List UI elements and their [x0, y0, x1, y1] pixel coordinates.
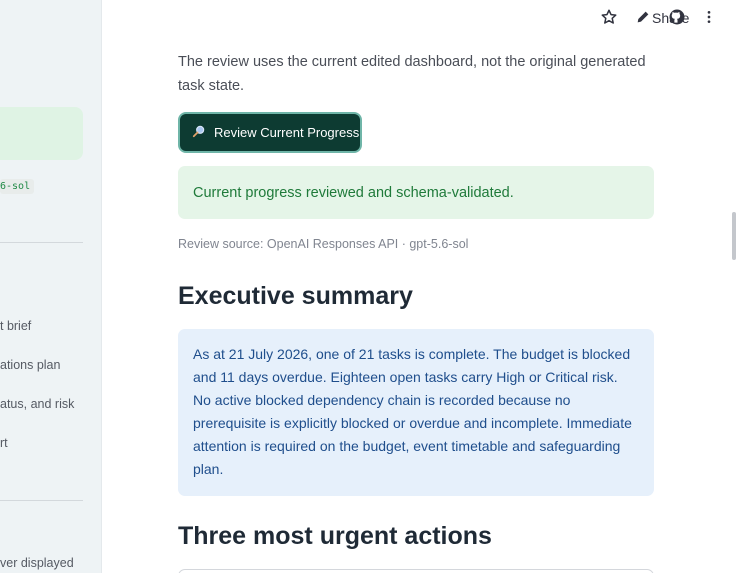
executive-summary-box: As at 21 July 2026, one of 21 tasks is c…: [178, 329, 654, 496]
pencil-icon[interactable]: [633, 7, 653, 27]
sidebar-link-operations-plan[interactable]: ations plan: [0, 358, 60, 372]
sidebar-model-code: 6-sol: [0, 179, 35, 194]
magnifier-icon: [192, 124, 206, 141]
review-button-label: Review Current Progress: [214, 125, 360, 140]
scrollbar-thumb[interactable]: [732, 212, 736, 260]
urgent-actions-container: [178, 569, 654, 573]
sidebar-footer-text: ver displayed: [0, 556, 74, 570]
more-vertical-icon[interactable]: [699, 7, 719, 27]
executive-summary-text: As at 21 July 2026, one of 21 tasks is c…: [193, 346, 632, 477]
github-icon[interactable]: [667, 7, 687, 27]
urgent-actions-heading: Three most urgent actions: [178, 522, 492, 550]
executive-summary-heading: Executive summary: [178, 282, 413, 310]
success-message: Current progress reviewed and schema-val…: [193, 184, 514, 201]
sidebar-link-report[interactable]: rt: [0, 436, 8, 450]
success-alert: Current progress reviewed and schema-val…: [178, 166, 654, 219]
intro-text: The review uses the current edited dashb…: [178, 54, 646, 94]
app-header: Share: [103, 0, 738, 44]
sidebar-divider: [0, 500, 83, 501]
sidebar-link-status-risk[interactable]: atus, and risk: [0, 397, 74, 411]
sidebar-success-alert: [0, 107, 83, 160]
sidebar-divider: [0, 242, 83, 243]
sidebar-link-brief[interactable]: t brief: [0, 319, 31, 333]
star-icon[interactable]: [599, 7, 619, 27]
review-current-progress-button[interactable]: Review Current Progress: [178, 112, 362, 153]
sidebar: 6-sol t brief ations plan atus, and risk…: [0, 0, 102, 573]
review-source-caption: Review source: OpenAI Responses API · gp…: [178, 237, 469, 251]
